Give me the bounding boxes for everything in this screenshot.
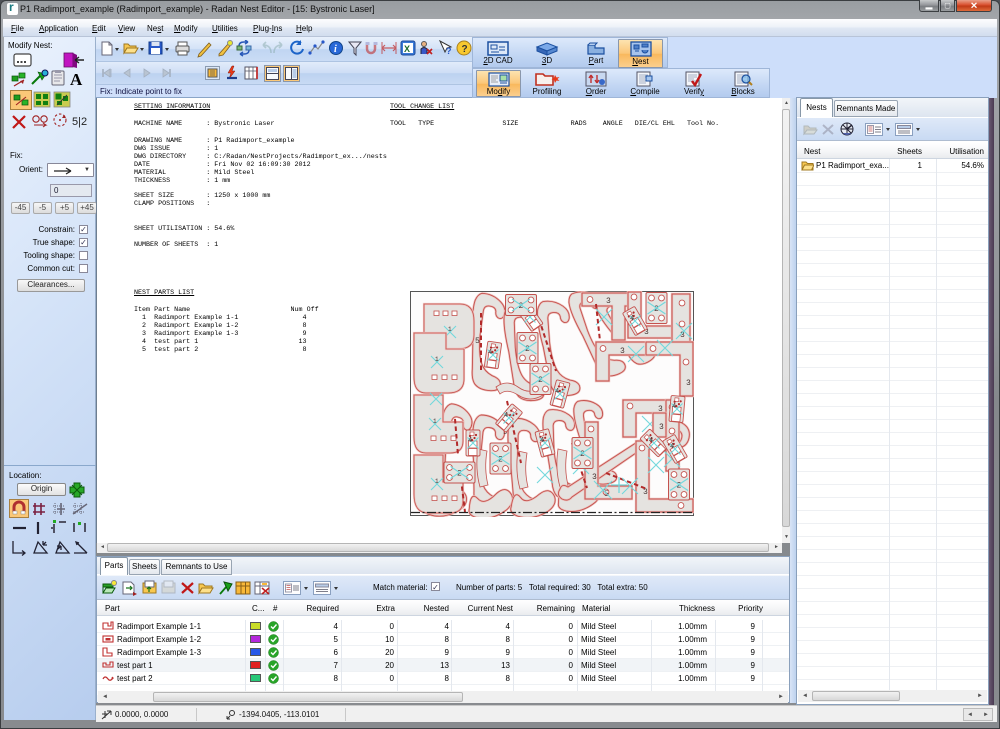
svg-text:4: 4 [540,437,544,445]
svg-text:4: 4 [649,437,653,445]
svg-text:?: ? [462,44,468,55]
svg-text:4: 4 [672,403,676,411]
svg-text:A: A [70,70,83,89]
svg-text:4: 4 [630,315,634,323]
svg-text:5: 5 [475,337,480,346]
svg-text:3: 3 [592,473,597,482]
svg-text:3: 3 [643,488,648,497]
svg-text:3: 3 [606,297,611,306]
svg-text:4: 4 [488,349,492,357]
svg-text:1: 1 [448,326,452,333]
svg-text:3: 3 [686,379,691,388]
svg-text:1: 1 [433,418,437,425]
svg-text:4: 4 [468,437,472,445]
svg-text:4: 4 [670,443,674,451]
svg-text:5|2: 5|2 [72,116,87,128]
svg-text:4: 4 [555,388,559,396]
svg-text:?: ? [446,46,452,56]
svg-text:1: 1 [435,356,439,363]
svg-text:1: 1 [435,478,439,485]
svg-text:3: 3 [659,423,664,432]
svg-text:3: 3 [620,347,625,356]
svg-text:X: X [404,44,410,54]
svg-text:4: 4 [504,412,508,420]
svg-text:i: i [334,44,337,55]
